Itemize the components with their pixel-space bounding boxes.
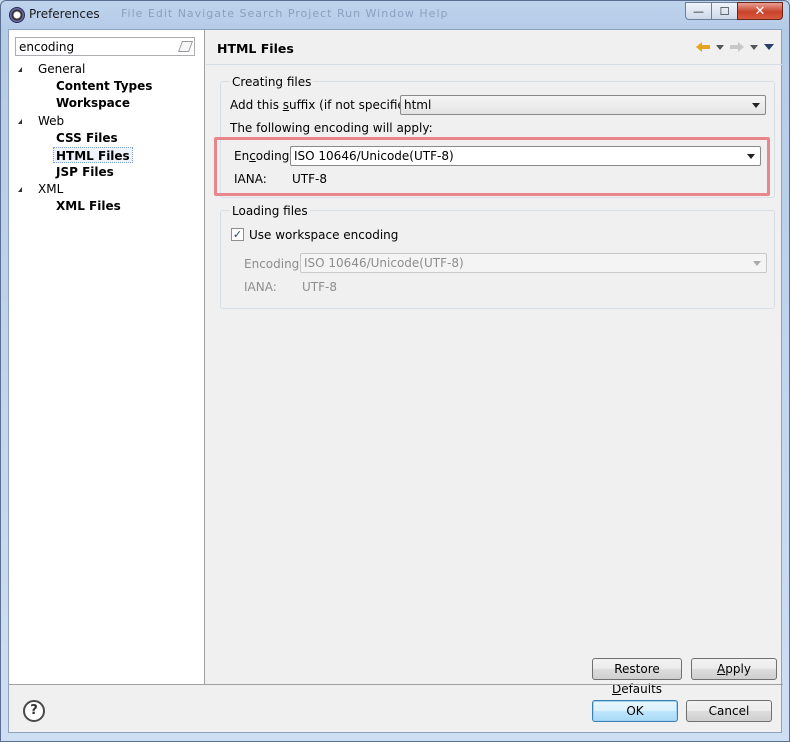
minimize-button[interactable]: — <box>685 2 712 20</box>
page-navigation <box>696 39 774 55</box>
preference-page: HTML Files Creating files Add this suffi… <box>206 30 782 696</box>
creating-encoding-label: Encoding: <box>234 149 294 163</box>
tree-item-jsp-files[interactable]: JSP Files <box>56 164 114 180</box>
cancel-button[interactable]: Cancel <box>686 700 772 722</box>
title-bar: Preferences File Edit Navigate Search Pr… <box>1 1 789 29</box>
filter-text: encoding <box>19 40 75 54</box>
dialog-client: encoding General Content Types Workspace… <box>8 29 783 733</box>
loading-iana-label: IANA: <box>244 280 277 294</box>
tree-item-label: XML <box>38 182 64 196</box>
expand-triangle-icon[interactable] <box>18 67 22 72</box>
creating-iana-value: UTF-8 <box>292 172 327 186</box>
title-separator <box>206 64 782 65</box>
chevron-down-icon <box>752 103 760 108</box>
forward-history-dropdown-icon[interactable] <box>750 44 758 50</box>
loading-encoding-value: ISO 10646/Unicode(UTF-8) <box>304 256 464 270</box>
tree-item-css-files[interactable]: CSS Files <box>56 130 118 146</box>
preference-tree-panel: encoding General Content Types Workspace… <box>9 30 205 684</box>
background-menu-ghost: File Edit Navigate Search Project Run Wi… <box>121 7 449 20</box>
tree-item-web[interactable]: Web <box>18 113 64 129</box>
footer-separator <box>9 684 783 685</box>
filter-input[interactable]: encoding <box>15 37 195 56</box>
creating-encoding-value: ISO 10646/Unicode(UTF-8) <box>294 149 454 163</box>
use-workspace-encoding-label[interactable]: Use workspace encoding <box>249 228 398 242</box>
encoding-apply-text: The following encoding will apply: <box>230 121 433 135</box>
apply-button[interactable]: Apply <box>691 658 777 680</box>
back-arrow-icon[interactable] <box>696 41 710 53</box>
forward-arrow-icon[interactable] <box>730 41 744 53</box>
app-icon <box>9 7 25 23</box>
tree-item-label: General <box>38 62 86 76</box>
tree-item-html-files[interactable]: HTML Files <box>53 147 133 163</box>
tree-item-xml[interactable]: XML <box>18 181 63 197</box>
creating-files-label: Creating files <box>230 75 314 89</box>
preferences-window: Preferences File Edit Navigate Search Pr… <box>0 0 790 742</box>
expand-triangle-icon[interactable] <box>18 119 22 124</box>
menu-icon[interactable] <box>764 44 774 50</box>
loading-iana-value: UTF-8 <box>302 280 337 294</box>
creating-iana-label: IANA: <box>234 172 267 186</box>
creating-encoding-combo[interactable]: ISO 10646/Unicode(UTF-8) <box>290 146 761 166</box>
help-icon[interactable]: ? <box>23 700 45 722</box>
window-title: Preferences <box>29 7 100 21</box>
ok-button[interactable]: OK <box>592 700 678 722</box>
tree-item-workspace[interactable]: Workspace <box>56 95 130 111</box>
chevron-down-icon <box>747 154 755 159</box>
eraser-icon[interactable] <box>177 41 194 52</box>
suffix-label: Add this suffix (if not specified): <box>230 98 422 112</box>
page-title: HTML Files <box>217 41 294 56</box>
suffix-combo[interactable]: html <box>400 95 766 115</box>
loading-encoding-label: Encoding: <box>244 257 304 271</box>
loading-files-label: Loading files <box>230 204 310 218</box>
tree-item-label: Web <box>38 114 65 128</box>
maximize-button[interactable]: ☐ <box>711 2 738 20</box>
back-history-dropdown-icon[interactable] <box>716 44 724 50</box>
tree-item-xml-files[interactable]: XML Files <box>56 198 121 214</box>
expand-triangle-icon[interactable] <box>18 187 22 192</box>
chevron-down-icon <box>753 261 761 266</box>
tree-item-general[interactable]: General <box>18 61 85 77</box>
suffix-combo-value: html <box>404 98 432 112</box>
close-button[interactable]: ✕ <box>737 2 783 20</box>
use-workspace-encoding-checkbox[interactable]: ✓ <box>231 228 244 241</box>
tree-item-content-types[interactable]: Content Types <box>56 78 152 94</box>
restore-defaults-button[interactable]: Restore Defaults <box>592 658 682 696</box>
loading-encoding-combo: ISO 10646/Unicode(UTF-8) <box>300 253 767 273</box>
